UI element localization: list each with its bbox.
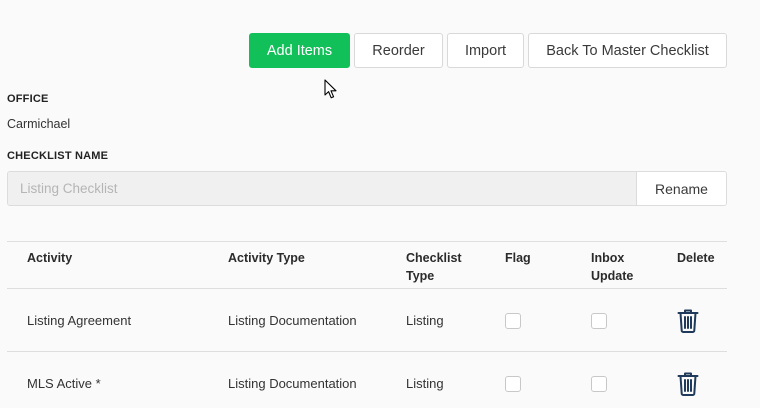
trash-icon[interactable]: [677, 371, 699, 396]
checklist-name-input[interactable]: [8, 172, 636, 205]
checklist-name-group: Rename: [7, 171, 727, 206]
row-checklist-type: Listing: [406, 313, 444, 328]
office-label: OFFICE: [7, 93, 49, 105]
header-checklist-type-line2: Type: [406, 269, 435, 283]
office-value: Carmichael: [7, 117, 71, 131]
row-activity: Listing Agreement: [27, 313, 132, 328]
row-activity-type: Listing Documentation: [228, 376, 357, 391]
table-header: Activity Activity Type Checklist Type Fl…: [7, 241, 727, 289]
import-button[interactable]: Import: [447, 33, 524, 68]
header-checklist-type: Checklist Type: [406, 249, 462, 285]
inbox-update-checkbox[interactable]: [591, 376, 607, 392]
checklist-editor: Add Items Reorder Import Back To Master …: [0, 0, 760, 408]
row-activity-type: Listing Documentation: [228, 313, 357, 328]
trash-icon[interactable]: [677, 308, 699, 333]
header-activity-type: Activity Type: [228, 251, 305, 265]
reorder-button[interactable]: Reorder: [354, 33, 443, 68]
inbox-update-checkbox[interactable]: [591, 313, 607, 329]
header-delete: Delete: [677, 251, 715, 265]
header-inbox-update-line2: Update: [591, 269, 634, 283]
row-checklist-type: Listing: [406, 376, 444, 391]
rename-button[interactable]: Rename: [636, 172, 726, 205]
table-row: Listing Agreement Listing Documentation …: [7, 289, 727, 352]
add-items-button[interactable]: Add Items: [249, 33, 350, 68]
row-activity: MLS Active *: [27, 376, 101, 391]
header-inbox-update: Inbox Update: [591, 249, 633, 285]
header-activity: Activity: [27, 251, 73, 265]
table-row: MLS Active * Listing Documentation Listi…: [7, 352, 727, 408]
activities-table: Activity Activity Type Checklist Type Fl…: [7, 241, 727, 408]
back-to-master-checklist-button[interactable]: Back To Master Checklist: [528, 33, 727, 68]
header-inbox-update-line1: Inbox: [591, 251, 625, 265]
checklist-name-label: CHECKLIST NAME: [7, 150, 109, 162]
flag-checkbox[interactable]: [505, 313, 521, 329]
flag-checkbox[interactable]: [505, 376, 521, 392]
mouse-cursor-icon: [324, 79, 337, 99]
header-flag: Flag: [505, 251, 531, 265]
header-checklist-type-line1: Checklist: [406, 251, 462, 265]
